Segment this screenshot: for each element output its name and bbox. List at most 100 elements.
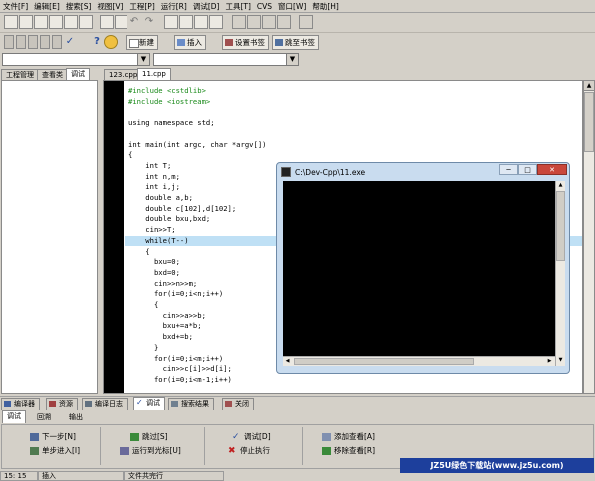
goto-line-icon[interactable] — [194, 15, 208, 29]
menu-item[interactable]: 文件[F] — [0, 0, 31, 13]
code-line: { — [128, 300, 159, 309]
menu-item[interactable]: 工具[T] — [222, 0, 253, 13]
editor-vscrollbar[interactable]: ▲ — [583, 80, 595, 394]
undo-icon[interactable]: ↶ — [127, 15, 141, 29]
console-window[interactable]: C:\Dev-Cpp\11.exe ─ □ ✕ ▲ ▼ ◀ ▶ — [276, 162, 570, 374]
maximize-icon[interactable]: □ — [518, 164, 537, 175]
tab-close[interactable]: 关闭 — [222, 398, 254, 410]
console-output[interactable] — [283, 181, 555, 366]
new-icon — [129, 39, 139, 48]
debug-button[interactable]: ✓ 调试[D] — [232, 432, 271, 442]
redo-icon[interactable]: ↷ — [142, 15, 156, 29]
insert-button[interactable]: 插入 — [174, 35, 206, 50]
tab-debug-output[interactable]: ✓ 调试 — [133, 397, 165, 410]
remove-watch-button[interactable]: 移除查看[R] — [322, 446, 375, 456]
run-icon[interactable] — [247, 15, 261, 29]
code-line: int n,m; — [128, 171, 180, 181]
divider — [302, 427, 303, 465]
tab-debug-sub[interactable]: 调试 — [2, 410, 26, 423]
debug-icon[interactable] — [299, 15, 313, 29]
menu-item[interactable]: CVS — [254, 0, 275, 13]
class-combo[interactable]: ▼ — [2, 53, 150, 66]
console-vscrollbar[interactable]: ▲ ▼ — [555, 181, 565, 366]
set-bookmark-icon — [225, 39, 233, 46]
minimize-icon[interactable]: ─ — [499, 164, 518, 175]
chevron-down-icon[interactable]: ▼ — [137, 54, 149, 65]
open-file-icon[interactable] — [19, 15, 33, 29]
scroll-down-icon[interactable]: ▼ — [556, 356, 565, 365]
chevron-down-icon[interactable]: ▼ — [286, 54, 298, 65]
tab-output[interactable]: 输出 — [64, 411, 88, 423]
menu-item[interactable]: 运行[R] — [158, 0, 190, 13]
scroll-left-icon[interactable]: ◀ — [283, 357, 292, 366]
scroll-thumb[interactable] — [584, 92, 594, 152]
check-icon: ✓ — [136, 398, 143, 407]
find-icon[interactable] — [164, 15, 178, 29]
skip-button[interactable]: 跳过[S] — [130, 432, 168, 442]
close-file-icon[interactable] — [64, 15, 78, 29]
goto-bookmark-label: 跳至书签 — [285, 38, 315, 47]
menu-item[interactable]: 工程[P] — [126, 0, 157, 13]
replace-icon[interactable] — [179, 15, 193, 29]
tab-backtrace[interactable]: 回溯 — [32, 411, 56, 423]
editor-tabs: 123.cpp 11.cpp — [103, 68, 595, 81]
scroll-up-icon[interactable]: ▲ — [584, 81, 594, 91]
tab-resources[interactable]: 资源 — [46, 398, 78, 410]
layout-icon[interactable] — [28, 35, 38, 49]
scroll-right-icon[interactable]: ▶ — [545, 357, 554, 366]
code-line: using namespace std; — [128, 118, 215, 128]
layout-icon[interactable] — [52, 35, 62, 49]
remove-watch-icon — [322, 447, 331, 455]
cut-icon[interactable] — [100, 15, 114, 29]
layout-icon[interactable] — [40, 35, 50, 49]
next-step-label: 下一步[N] — [42, 432, 76, 441]
stop-button[interactable]: ✖ 停止执行 — [228, 446, 270, 456]
code-line: int T; — [128, 160, 172, 170]
scroll-thumb[interactable] — [294, 358, 474, 365]
member-combo[interactable]: ▼ — [153, 53, 299, 66]
menu-item[interactable]: 编辑[E] — [31, 0, 63, 13]
tab-compiler[interactable]: 编译器 — [1, 398, 40, 410]
tab-compile-log[interactable]: 编译日志 — [82, 398, 128, 410]
code-line: cin>>c[i]>>d[i]; — [128, 364, 232, 374]
next-step-button[interactable]: 下一步[N] — [30, 432, 76, 442]
menu-item[interactable]: 视图[V] — [94, 0, 126, 13]
goto-bookmark-button[interactable]: 跳至书签 — [272, 35, 319, 50]
new-file-icon[interactable] — [4, 15, 18, 29]
bookmark-icon[interactable] — [209, 15, 223, 29]
layout-icon[interactable] — [16, 35, 26, 49]
menu-item[interactable]: 搜索[S] — [63, 0, 95, 13]
tab-search-results[interactable]: 搜索结果 — [168, 398, 214, 410]
save-icon[interactable] — [34, 15, 48, 29]
print-icon[interactable] — [79, 15, 93, 29]
set-bookmark-button[interactable]: 设置书签 — [222, 35, 269, 50]
step-into-icon — [30, 447, 39, 455]
about-icon[interactable] — [104, 35, 118, 49]
check-icon[interactable]: ✓ — [64, 35, 76, 49]
menu-item[interactable]: 帮助[H] — [309, 0, 342, 13]
scroll-up-icon[interactable]: ▲ — [556, 181, 565, 190]
run-to-cursor-button[interactable]: 运行到光标[U] — [120, 446, 181, 456]
new-label: 新建 — [139, 38, 154, 47]
compile-icon[interactable] — [232, 15, 246, 29]
save-all-icon[interactable] — [49, 15, 63, 29]
search-icon — [171, 401, 178, 407]
console-hscrollbar[interactable]: ◀ ▶ — [283, 356, 555, 366]
add-watch-button[interactable]: 添加查看[A] — [322, 432, 375, 442]
menu-bar: 文件[F] 编辑[E] 搜索[S] 视图[V] 工程[P] 运行[R] 调试[D] 工具[T]… — [0, 0, 595, 13]
bottom-panel-tabs: 编译器 资源 编译日志 ✓ 调试 搜索结果 关闭 — [0, 396, 595, 410]
divider — [100, 427, 101, 465]
compile-run-icon[interactable] — [262, 15, 276, 29]
step-into-button[interactable]: 单步进入[I] — [30, 446, 80, 456]
menu-item[interactable]: 窗口[W] — [275, 0, 309, 13]
stop-icon: ✖ — [228, 446, 236, 456]
scroll-thumb[interactable] — [556, 191, 565, 261]
layout-icon[interactable] — [4, 35, 14, 49]
new-button[interactable]: 新建 — [126, 35, 158, 50]
stop-label: 停止执行 — [240, 446, 270, 455]
close-icon[interactable]: ✕ — [537, 164, 567, 175]
menu-item[interactable]: 调试[D] — [190, 0, 223, 13]
code-line: for(i=0;i<m-1;i++) — [128, 374, 232, 384]
help-icon[interactable]: ? — [90, 35, 104, 49]
rebuild-icon[interactable] — [277, 15, 291, 29]
